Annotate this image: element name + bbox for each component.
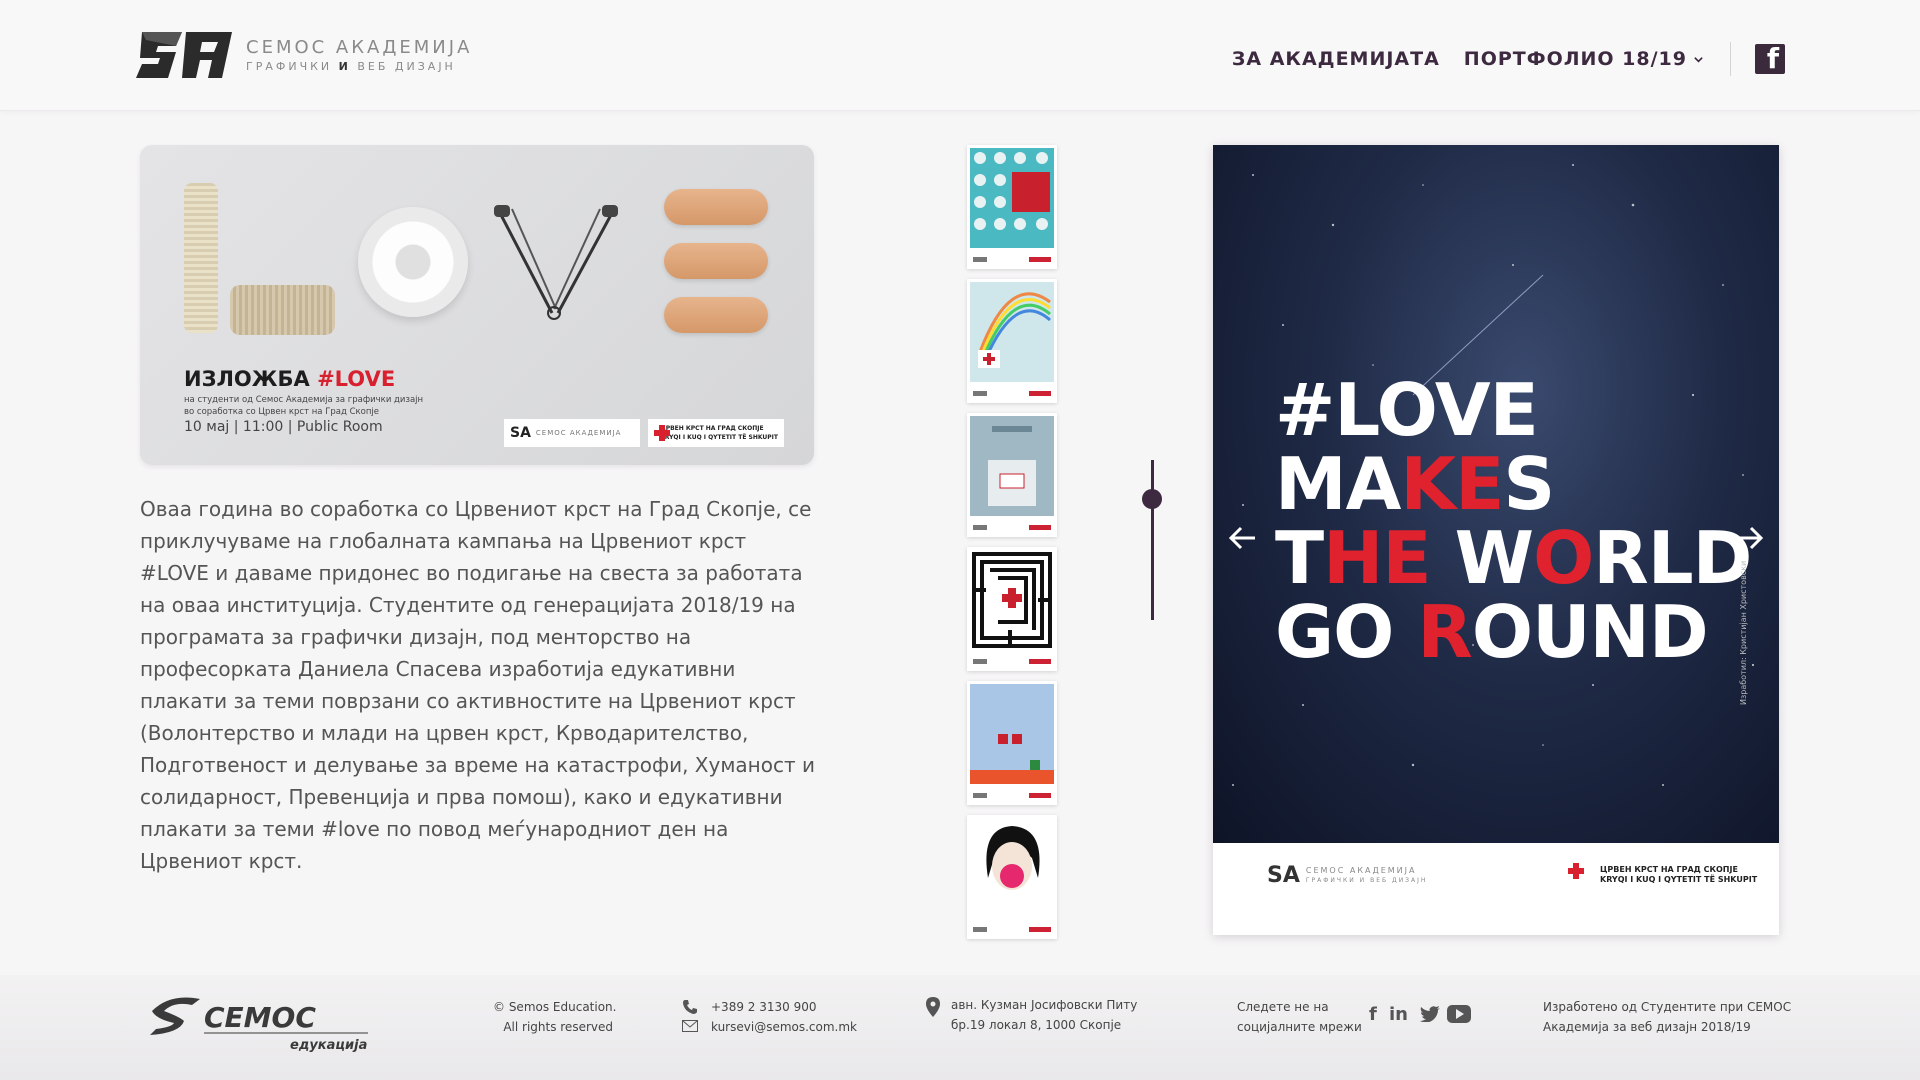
safety-pins-v [494,205,618,320]
thumbnail-poster-4[interactable] [967,547,1057,671]
scrollbar-handle[interactable] [1142,489,1162,509]
site-footer: СЕМОС едукација © Semos Education. All r… [0,975,1920,1080]
bandaid-3 [664,297,768,333]
thumbnail-poster-6[interactable] [967,815,1057,939]
footer-address: авн. Кузман Јосифовски Питу бр.19 локал … [951,995,1137,1035]
linkedin-icon[interactable]: in [1389,1004,1408,1025]
copyright-line-2: All rights reserved [503,1020,613,1034]
event-title: ИЗЛОЖБА #LOVE [184,367,395,391]
logo-sub-part-2: ВЕБ ДИЗАЈН [357,60,456,73]
footer-brand-sub: едукација [290,1038,367,1053]
thumbnail-poster-2[interactable] [967,279,1057,403]
footer-contact: +389 2 3130 900 kursevi@semos.com.mk [711,997,857,1037]
site-logo[interactable]: СЕМОС АКАДЕМИЈА ГРАФИЧКИ И ВЕБ ДИЗАЈН [136,26,472,84]
poster-line-3: THE WORLD [1275,516,1752,600]
main-poster: #LOVE MAKES THE WORLD GO ROUND Изработил… [1213,145,1779,935]
poster-headline: #LOVE MAKES THE WORLD GO ROUND [1275,368,1752,674]
event-date: 10 мај | 11:00 | Public Room [184,419,383,435]
footer-brand: СЕМОС [204,1001,316,1034]
sa-logo-mark-icon [136,32,232,78]
footer-phone[interactable]: +389 2 3130 900 [711,997,857,1017]
phone-icon [683,1000,697,1014]
poster-3-art [970,416,1054,516]
facebook-icon[interactable]: f [1369,1004,1377,1025]
credits-line-1: Изработено од Студентите при СЕМОС [1543,1000,1792,1014]
thumbnail-poster-5[interactable] [967,681,1057,805]
logo-title: СЕМОС АКАДЕМИЈА [246,37,473,58]
event-line-2: во соработка со Црвен крст на Град Скопј… [184,407,380,417]
poster-2-art [970,282,1054,382]
event-badge-rc-line-2: KRYQI I KUQ I QYTETIT TË SHKUPIT [660,434,778,441]
poster-5-art [970,684,1054,784]
nav-portfolio-label: ПОРТФОЛИО 18/19 [1463,48,1687,70]
facebook-icon[interactable]: f [1755,44,1785,74]
poster-foot-rc-line-1: ЦРВЕН КРСТ НА ГРАД СКОПЈЕ [1600,865,1738,874]
arrow-left-icon[interactable] [1225,520,1261,556]
chevron-down-icon [1694,56,1703,63]
poster-credit: Изработил: Кристијан Христовски [1739,560,1748,705]
copyright-line-1: © Semos Education. [493,1000,617,1014]
thumbnail-scrollbar[interactable] [1151,460,1154,620]
mail-icon [682,1020,698,1032]
poster-foot-rc-line-2: KRYQI I KUQ I QYTETIT TË SHKUPIT [1600,875,1758,884]
sa-poster-logo-icon: SA [1267,863,1300,888]
arrow-right-icon[interactable] [1731,520,1767,556]
bandage-roll-l [184,183,218,333]
red-cross-icon [654,425,672,441]
thumbnail-poster-3[interactable] [967,413,1057,537]
event-badge-redcross: ЦРВЕН КРСТ НА ГРАД СКОПЈЕ KRYQI I KUQ I … [648,419,784,447]
bandaid-1 [664,189,768,225]
event-badge-rc-line-1: ЦРВЕН КРСТ НА ГРАД СКОПЈЕ [660,425,764,432]
address-line-1: авн. Кузман Јосифовски Питу [951,998,1138,1012]
main-nav: ЗА АКАДЕМИЈАТА ПОРТФОЛИО 18/19 f [1208,42,1785,76]
medical-tape-o [358,207,468,317]
logo-subtitle: ГРАФИЧКИ И ВЕБ ДИЗАЈН [246,60,472,73]
bandage-roll-l-base [230,285,335,335]
credits-line-2: Академија за веб дизајн 2018/19 [1543,1020,1751,1034]
event-line-1: на студенти од Семос Академија за графич… [184,395,424,405]
youtube-icon[interactable] [1447,1005,1471,1023]
logo-sub-part-1: ГРАФИЧКИ [246,60,333,73]
footer-social-label: Следете не на социјалните мрежи [1237,997,1362,1037]
poster-line-1: #LOVE [1275,368,1539,452]
red-cross-icon [1568,863,1592,887]
poster-image: #LOVE MAKES THE WORLD GO ROUND Изработил… [1213,145,1779,843]
event-banner-image: ИЗЛОЖБА #LOVE на студенти од Семос Акаде… [140,145,814,465]
bandaid-2 [664,243,768,279]
logo-sub-and: И [338,60,351,73]
sa-mini-logo-icon: SA [510,425,531,441]
footer-email[interactable]: kursevi@semos.com.mk [711,1017,857,1037]
poster-footer-semos: SA СЕМОС АКАДЕМИЈА ГРАФИЧКИ И ВЕБ ДИЗАЈН [1267,863,1427,888]
poster-foot-semos-sub: ГРАФИЧКИ И ВЕБ ДИЗАЈН [1305,876,1428,884]
twitter-icon[interactable] [1420,1006,1440,1022]
footer-copyright: © Semos Education. All rights reserved [493,997,617,1037]
event-title-tag: #LOVE [317,367,396,391]
poster-line-4: GO ROUND [1275,590,1709,674]
site-header: СЕМОС АКАДЕМИЈА ГРАФИЧКИ И ВЕБ ДИЗАЈН ЗА… [0,0,1920,111]
semos-swoosh-icon: СЕМОС едукација [150,997,368,1053]
poster-1-art [970,148,1054,248]
address-line-2: бр.19 локал 8, 1000 Скопје [951,1018,1122,1032]
social-line-1: Следете не на [1237,1000,1329,1014]
nav-portfolio[interactable]: ПОРТФОЛИО 18/19 [1464,48,1704,70]
poster-footer-redcross: ЦРВЕН КРСТ НА ГРАД СКОПЈЕ KRYQI I KUQ I … [1568,863,1757,887]
poster-6-art [970,818,1054,918]
nav-about-academy[interactable]: ЗА АКАДЕМИЈАТА [1232,48,1440,70]
event-badge-semos: SA СЕМОС АКАДЕМИЈА [504,419,640,447]
location-pin-icon [926,997,940,1017]
semos-education-logo[interactable]: СЕМОС едукација [140,991,370,1057]
poster-foot-semos-title: СЕМОС АКАДЕМИЈА [1305,865,1417,875]
event-badge-semos-text: СЕМОС АКАДЕМИЈА [535,429,622,437]
footer-credits: Изработено од Студентите при СЕМОС Акаде… [1543,997,1791,1037]
poster-4-art [970,550,1054,650]
thumbnail-poster-1[interactable] [967,145,1057,269]
social-line-2: социјалните мрежи [1237,1020,1362,1034]
description-text: Оваа година во соработка со Црвениот крс… [140,497,815,873]
nav-divider [1730,42,1731,76]
poster-line-2: MAKES [1275,442,1555,526]
event-title-prefix: ИЗЛОЖБА [184,367,310,391]
